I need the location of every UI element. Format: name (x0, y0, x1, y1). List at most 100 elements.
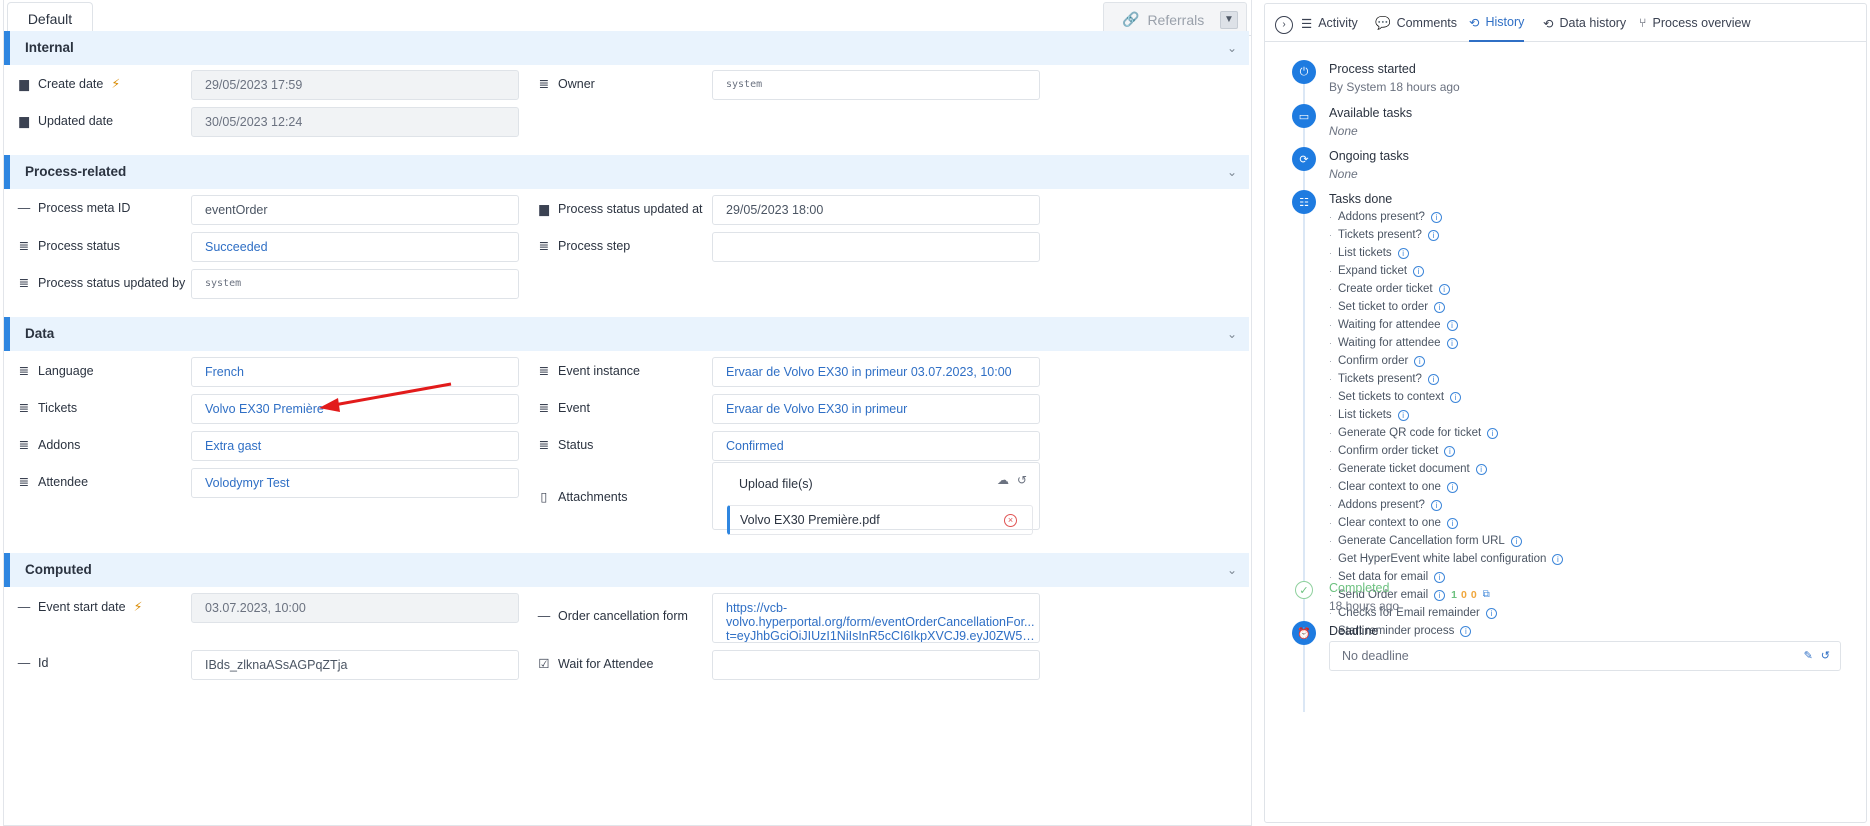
ongoing-tasks-title: Ongoing tasks (1329, 149, 1409, 163)
alarm-clock-icon: ⏰ (1292, 621, 1316, 645)
tab-label: Data history (1559, 16, 1627, 30)
info-icon[interactable]: i (1444, 445, 1456, 457)
info-icon[interactable]: i (1475, 463, 1487, 475)
process-step-field[interactable] (712, 232, 1040, 262)
info-icon[interactable]: i (1485, 607, 1497, 619)
info-icon[interactable]: i (1414, 355, 1426, 367)
event-field[interactable]: Ervaar de Volvo EX30 in primeur (712, 394, 1040, 424)
bullet-icon: · (1329, 410, 1332, 420)
deadline-field[interactable]: No deadline ✎ ↺ (1329, 641, 1841, 671)
task-item: · Tickets present? i (1329, 226, 1563, 244)
external-link-icon[interactable]: ⧉ (1483, 586, 1490, 604)
tab-comments[interactable]: 💬 Comments (1375, 4, 1457, 42)
create-date-field: 29/05/2023 17:59 (191, 70, 519, 100)
info-icon[interactable]: i (1434, 571, 1446, 583)
label-text: Id (38, 656, 49, 670)
task-label: Tickets present? (1338, 373, 1422, 385)
info-icon[interactable]: i (1438, 283, 1450, 295)
wait-for-attendee-field[interactable] (712, 650, 1040, 680)
bullet-icon: · (1329, 428, 1332, 438)
status-updated-by-field[interactable]: system (191, 269, 519, 299)
chevron-down-icon[interactable]: ⌄ (1227, 31, 1237, 65)
pencil-icon[interactable]: ✎ (1804, 642, 1813, 670)
task-label: Addons present? (1338, 499, 1425, 511)
tab-data-history[interactable]: ⟲ Data history (1543, 4, 1626, 42)
info-icon[interactable]: i (1446, 481, 1458, 493)
info-icon[interactable]: i (1397, 409, 1409, 421)
info-icon[interactable]: i (1487, 427, 1499, 439)
chevron-down-icon[interactable]: ⌄ (1227, 155, 1237, 189)
order-cancellation-link[interactable]: https://vcb- volvo.hyperportal.org/form/… (712, 593, 1040, 643)
info-icon[interactable]: i (1446, 319, 1458, 331)
info-icon[interactable]: i (1434, 301, 1446, 313)
process-meta-id-field[interactable]: eventOrder (191, 195, 519, 225)
attachment-file[interactable]: Volvo EX30 Première.pdf (727, 505, 1033, 535)
tickets-field[interactable]: Volvo EX30 Première (191, 394, 519, 424)
chevron-down-icon[interactable]: ⌄ (1227, 553, 1237, 587)
info-icon[interactable]: i (1397, 247, 1409, 259)
info-icon[interactable]: i (1434, 589, 1446, 601)
owner-field[interactable]: system (712, 70, 1040, 100)
collapse-panel-icon[interactable]: › (1275, 16, 1293, 34)
tab-activity[interactable]: ☰ Activity (1301, 4, 1358, 42)
history-icon[interactable]: ↺ (1017, 473, 1027, 487)
calendar-icon: ▆ (19, 114, 29, 128)
language-field[interactable]: French (191, 357, 519, 387)
updated-date-label: ▆ Updated date (18, 113, 113, 129)
dash-icon: — (17, 656, 31, 670)
info-icon[interactable]: i (1552, 553, 1564, 565)
info-icon[interactable]: i (1460, 625, 1472, 637)
task-label: Clear context to one (1338, 517, 1441, 529)
task-item: · Tickets present? i (1329, 370, 1563, 388)
addons-field[interactable]: Extra gast (191, 431, 519, 461)
info-icon[interactable]: i (1510, 535, 1522, 547)
info-icon[interactable]: i (1413, 265, 1425, 277)
tab-process-overview[interactable]: ⑂ Process overview (1639, 4, 1750, 42)
status-field[interactable]: Confirmed (712, 431, 1040, 461)
section-data[interactable]: Data ⌄ (4, 317, 1249, 351)
info-icon[interactable]: i (1430, 211, 1442, 223)
tab-label: History (1485, 15, 1525, 29)
id-field[interactable]: IBds_zlknaASsAGPqZTja (191, 650, 519, 680)
task-item: · Addons present? i (1329, 208, 1563, 226)
remove-file-icon[interactable]: × (1004, 514, 1017, 527)
section-internal[interactable]: Internal ⌄ (4, 31, 1249, 65)
upload-files-button[interactable]: Upload file(s) (739, 477, 813, 491)
task-label: Tickets present? (1338, 229, 1422, 241)
attendee-field[interactable]: Volodymyr Test (191, 468, 519, 498)
inbox-icon: ▭ (1292, 104, 1316, 128)
count-sent: 1 (1451, 589, 1457, 601)
info-icon[interactable]: i (1450, 391, 1462, 403)
check-circle-icon: ✓ (1295, 581, 1313, 599)
label-text: Event (558, 400, 590, 415)
tab-history[interactable]: ⟲ History (1469, 4, 1525, 42)
cloud-upload-icon[interactable]: ☁ (997, 473, 1009, 487)
status-updated-at-field[interactable]: 29/05/2023 18:00 (712, 195, 1040, 225)
label-text: Addons (38, 437, 81, 452)
section-computed[interactable]: Computed ⌄ (4, 553, 1249, 587)
addons-label: ≣ Addons (18, 437, 81, 453)
info-icon[interactable]: i (1427, 229, 1439, 241)
task-label: Generate QR code for ticket (1338, 427, 1482, 439)
section-process-related[interactable]: Process-related ⌄ (4, 155, 1249, 189)
info-icon[interactable]: i (1446, 517, 1458, 529)
bullet-icon: · (1329, 536, 1332, 546)
history-icon[interactable]: ↺ (1821, 642, 1830, 670)
process-started-subtitle: By System 18 hours ago (1329, 80, 1460, 94)
task-label: Waiting for attendee (1338, 319, 1441, 331)
bullet-icon: · (1329, 500, 1332, 510)
bullet-icon: · (1329, 374, 1332, 384)
process-started-title: Process started (1329, 62, 1416, 76)
task-item: · Generate ticket document i (1329, 460, 1563, 478)
database-icon: ≣ (538, 239, 550, 253)
info-icon[interactable]: i (1430, 499, 1442, 511)
info-icon[interactable]: i (1427, 373, 1439, 385)
completed-time: 18 hours ago (1329, 599, 1400, 613)
process-status-field[interactable]: Succeeded (191, 232, 519, 262)
chevron-down-icon[interactable]: ⌄ (1227, 317, 1237, 351)
task-label: Generate ticket document (1338, 463, 1470, 475)
order-cancellation-label: — Order cancellation form (538, 609, 688, 623)
chevron-down-icon[interactable]: ▼ (1220, 10, 1238, 29)
event-instance-field[interactable]: Ervaar de Volvo EX30 in primeur 03.07.20… (712, 357, 1040, 387)
info-icon[interactable]: i (1446, 337, 1458, 349)
